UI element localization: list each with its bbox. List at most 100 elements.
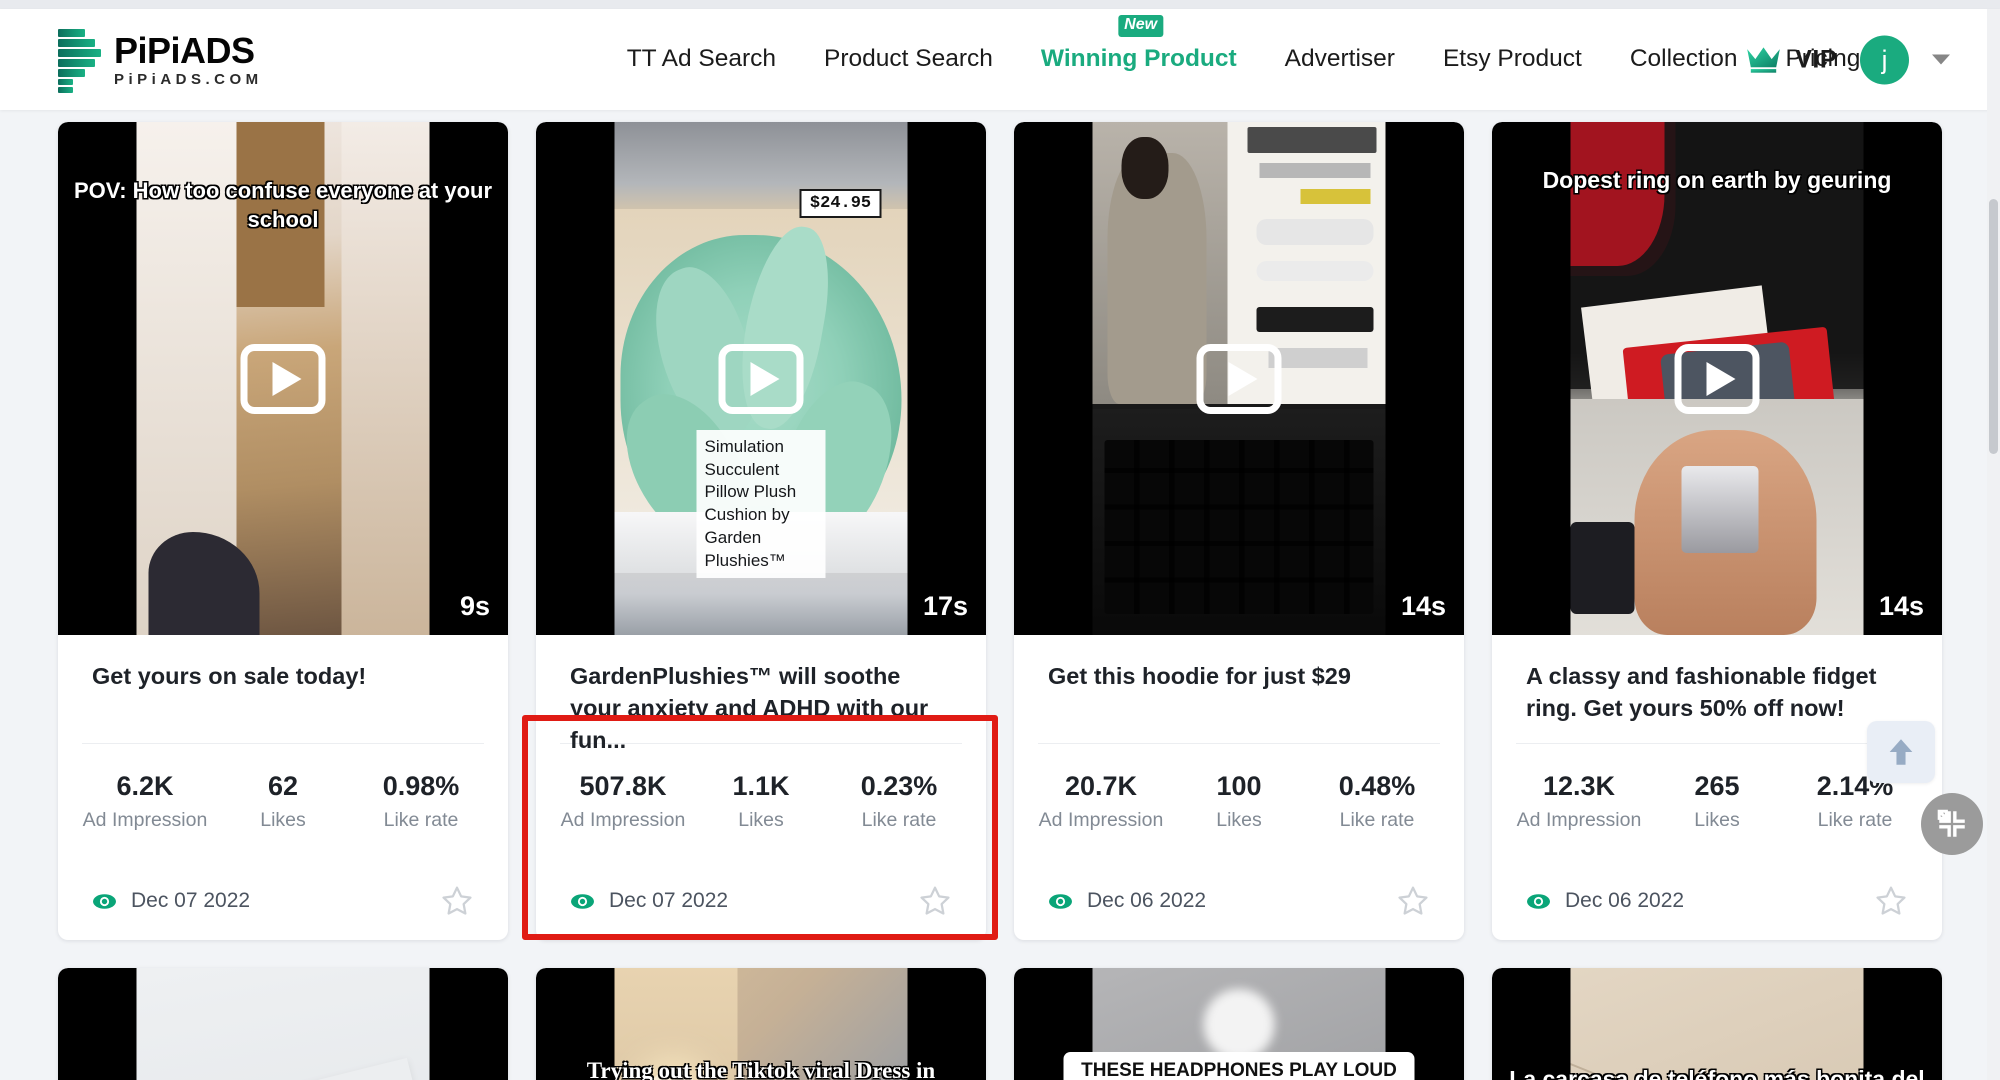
stat-ad-impression: 12.3K Ad Impression: [1510, 770, 1648, 832]
nav-item-advertiser[interactable]: Advertiser: [1261, 47, 1419, 72]
stat-value: 507.8K: [579, 771, 667, 801]
product-card[interactable]: La carcasa de teléfono más bonita del me…: [1492, 968, 1942, 1080]
video-thumbnail[interactable]: Trying out the Tiktok viral Dress in: [536, 968, 986, 1080]
stat-value: 0.48%: [1338, 771, 1416, 801]
stat-likes: 100 Likes: [1170, 770, 1308, 832]
vip-label: VIP: [1795, 45, 1837, 73]
stat-like-rate: 0.98% Like rate: [352, 770, 490, 832]
video-thumbnail[interactable]: [58, 968, 508, 1080]
nav-item-etsy-product[interactable]: Etsy Product: [1419, 47, 1606, 72]
card-date: Dec 07 2022: [131, 889, 251, 912]
avatar[interactable]: j: [1860, 35, 1909, 84]
stat-value: 20.7K: [1064, 771, 1138, 801]
card-title: Get this hoodie for just $29: [1048, 663, 1351, 689]
thumbnail-overlay-text: POV: How too confuse everyone at your sc…: [73, 178, 493, 233]
stat-like-rate: 0.23% Like rate: [830, 770, 968, 832]
product-card[interactable]: Dopest ring on earth by geuring 14s A cl…: [1492, 122, 1942, 940]
product-card[interactable]: Trying out the Tiktok viral Dress in: [536, 968, 986, 1080]
favorite-star-icon[interactable]: [440, 884, 474, 918]
eye-icon: [1527, 893, 1550, 909]
stat-label: Ad Impression: [1038, 808, 1164, 831]
nav-item-tt-ad-search[interactable]: TT Ad Search: [603, 47, 800, 72]
page-scrollbar[interactable]: [1987, 9, 2000, 1080]
pipiads-logo-icon: [58, 28, 101, 93]
favorite-star-icon[interactable]: [1874, 884, 1908, 918]
card-footer: Dec 06 2022: [1492, 884, 1942, 918]
play-button[interactable]: [718, 343, 804, 414]
stat-label: Likes: [738, 808, 784, 831]
winning-product-grid: POV: How too confuse everyone at your sc…: [0, 110, 2000, 1080]
crown-icon: [1747, 46, 1781, 73]
collapse-button[interactable]: [1921, 793, 1983, 855]
stat-label: Ad Impression: [560, 808, 686, 831]
card-date: Dec 06 2022: [1087, 889, 1207, 912]
card-stats: 507.8K Ad Impression 1.1K Likes 0.23% Li…: [536, 744, 986, 832]
play-button[interactable]: [240, 343, 326, 414]
stat-value: 0.98%: [382, 771, 460, 801]
thumbnail-overlay-text: La carcasa de teléfono más bonita del me…: [1509, 1066, 1925, 1080]
nav-label: Collection: [1629, 45, 1738, 73]
video-duration: 14s: [1878, 591, 1924, 621]
stat-ad-impression: 20.7K Ad Impression: [1032, 770, 1170, 832]
site-header: PiPiADS PiPiADS.COM TT Ad Search Product…: [0, 9, 2000, 110]
thumbnail-overlay-text: Trying out the Tiktok viral Dress in: [586, 1058, 936, 1080]
stat-label: Like rate: [861, 808, 937, 831]
video-thumbnail[interactable]: La carcasa de teléfono más bonita del me…: [1492, 968, 1942, 1080]
browser-top-strip: [0, 0, 2000, 9]
stat-likes: 265 Likes: [1648, 770, 1786, 832]
stat-label: Likes: [260, 808, 306, 831]
product-card[interactable]: $24.95 Simulation Succulent Pillow Plush…: [536, 122, 986, 940]
video-thumbnail[interactable]: THESE HEADPHONES PLAY LOUD AF BUT DONT G…: [1014, 968, 1464, 1080]
eye-icon: [571, 893, 594, 909]
thumbnail-overlay-text: Dopest ring on earth by geuring: [1542, 167, 1892, 193]
play-button[interactable]: [1674, 343, 1760, 414]
stat-value: 12.3K: [1542, 771, 1616, 801]
stat-like-rate: 0.48% Like rate: [1308, 770, 1446, 832]
video-thumbnail[interactable]: Dopest ring on earth by geuring 14s: [1492, 122, 1942, 635]
card-footer: Dec 07 2022: [58, 884, 508, 918]
product-card[interactable]: THESE HEADPHONES PLAY LOUD AF BUT DONT G…: [1014, 968, 1464, 1080]
logo[interactable]: PiPiADS PiPiADS.COM: [58, 28, 263, 93]
scrollbar-thumb[interactable]: [1989, 199, 1998, 454]
thumbnail-media: [136, 968, 430, 1080]
product-card[interactable]: 14s Get this hoodie for just $29 20.7K A…: [1014, 122, 1464, 940]
stat-likes: 1.1K Likes: [692, 770, 830, 832]
video-thumbnail[interactable]: POV: How too confuse everyone at your sc…: [58, 122, 508, 635]
logo-subtitle: PiPiADS.COM: [114, 70, 263, 88]
stat-label: Likes: [1216, 808, 1262, 831]
nav-item-collection[interactable]: Collection: [1606, 47, 1762, 72]
header-user-area: VIP j: [1745, 35, 1950, 84]
stat-value: 265: [1694, 771, 1740, 801]
favorite-star-icon[interactable]: [1396, 884, 1430, 918]
nav-item-product-search[interactable]: Product Search: [800, 47, 1017, 72]
video-duration: 9s: [459, 591, 490, 621]
product-card[interactable]: [58, 968, 508, 1080]
stat-value: 1.1K: [732, 771, 790, 801]
favorite-star-icon[interactable]: [918, 884, 952, 918]
video-duration: 14s: [1400, 591, 1446, 621]
nav-item-winning-product[interactable]: New Winning Product: [1017, 15, 1261, 73]
stat-likes: 62 Likes: [214, 770, 352, 832]
eye-icon: [93, 893, 116, 909]
chevron-down-icon[interactable]: [1932, 54, 1950, 65]
product-card[interactable]: POV: How too confuse everyone at your sc…: [58, 122, 508, 940]
card-title: Get yours on sale today!: [92, 663, 367, 689]
page-root: PiPiADS PiPiADS.COM TT Ad Search Product…: [0, 0, 2000, 1080]
eye-icon: [1049, 893, 1072, 909]
avatar-initial: j: [1881, 44, 1888, 74]
nav-label: Winning Product: [1040, 45, 1237, 73]
collapse-icon: [1937, 809, 1965, 837]
stat-ad-impression: 6.2K Ad Impression: [76, 770, 214, 832]
card-title: GardenPlushies™ will soothe your anxiety…: [570, 663, 929, 753]
play-button[interactable]: [1196, 343, 1282, 414]
thumbnail-overlay-text: THESE HEADPHONES PLAY LOUD AF BUT DONT G…: [1063, 1052, 1415, 1080]
stat-label: Ad Impression: [1516, 808, 1642, 831]
video-thumbnail[interactable]: $24.95 Simulation Succulent Pillow Plush…: [536, 122, 986, 635]
nav-label: TT Ad Search: [626, 45, 777, 73]
new-badge: New: [1118, 15, 1164, 38]
video-thumbnail[interactable]: 14s: [1014, 122, 1464, 635]
logo-title: PiPiADS: [114, 29, 255, 71]
card-footer: Dec 06 2022: [1014, 884, 1464, 918]
scroll-to-top-button[interactable]: [1867, 721, 1935, 783]
main-nav: TT Ad Search Product Search New Winning …: [603, 15, 1885, 73]
